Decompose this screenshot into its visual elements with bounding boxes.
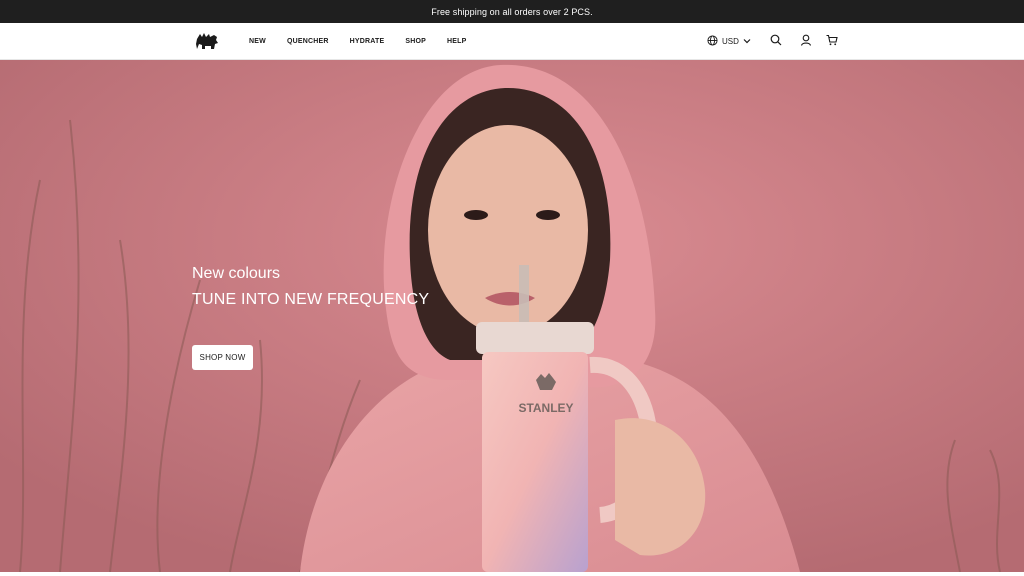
cart-button[interactable]	[825, 33, 839, 51]
shop-now-button[interactable]: SHOP NOW	[192, 345, 253, 370]
currency-selector[interactable]: USD	[707, 35, 751, 48]
nav-shop[interactable]: SHOP	[405, 38, 426, 45]
announcement-bar: Free shipping on all orders over 2 PCS.	[0, 0, 1024, 23]
announcement-text: Free shipping on all orders over 2 PCS.	[431, 6, 593, 17]
search-button[interactable]	[769, 33, 783, 51]
user-icon	[800, 33, 812, 51]
tumbler-brand-text: STANLEY	[518, 401, 573, 415]
hero-photo: STANLEY	[0, 60, 1024, 572]
nav-new[interactable]: NEW	[249, 38, 266, 45]
nav-hydrate[interactable]: HYDRATE	[350, 38, 385, 45]
header-tools: USD	[707, 23, 839, 60]
hero-banner: STANLEY New colours TUNE INTO NEW FREQUE…	[0, 60, 1024, 572]
globe-icon	[707, 35, 718, 48]
hero-eyebrow: New colours	[192, 265, 281, 282]
nav-help[interactable]: HELP	[447, 38, 466, 45]
hero-title: TUNE INTO NEW FREQUENCY	[192, 291, 430, 308]
site-header: NEW QUENCHER HYDRATE SHOP HELP USD	[0, 23, 1024, 60]
currency-label: USD	[722, 37, 739, 46]
hero-copy: New colours TUNE INTO NEW FREQUENCY	[192, 264, 429, 310]
nav-quencher[interactable]: QUENCHER	[287, 38, 329, 45]
bear-logo-icon[interactable]	[195, 31, 219, 51]
chevron-down-icon	[743, 37, 751, 46]
main-nav: NEW QUENCHER HYDRATE SHOP HELP	[249, 23, 487, 60]
search-icon	[770, 33, 782, 51]
page-bottom-strip	[0, 572, 1024, 576]
account-button[interactable]	[799, 33, 813, 51]
cart-icon	[826, 33, 838, 51]
